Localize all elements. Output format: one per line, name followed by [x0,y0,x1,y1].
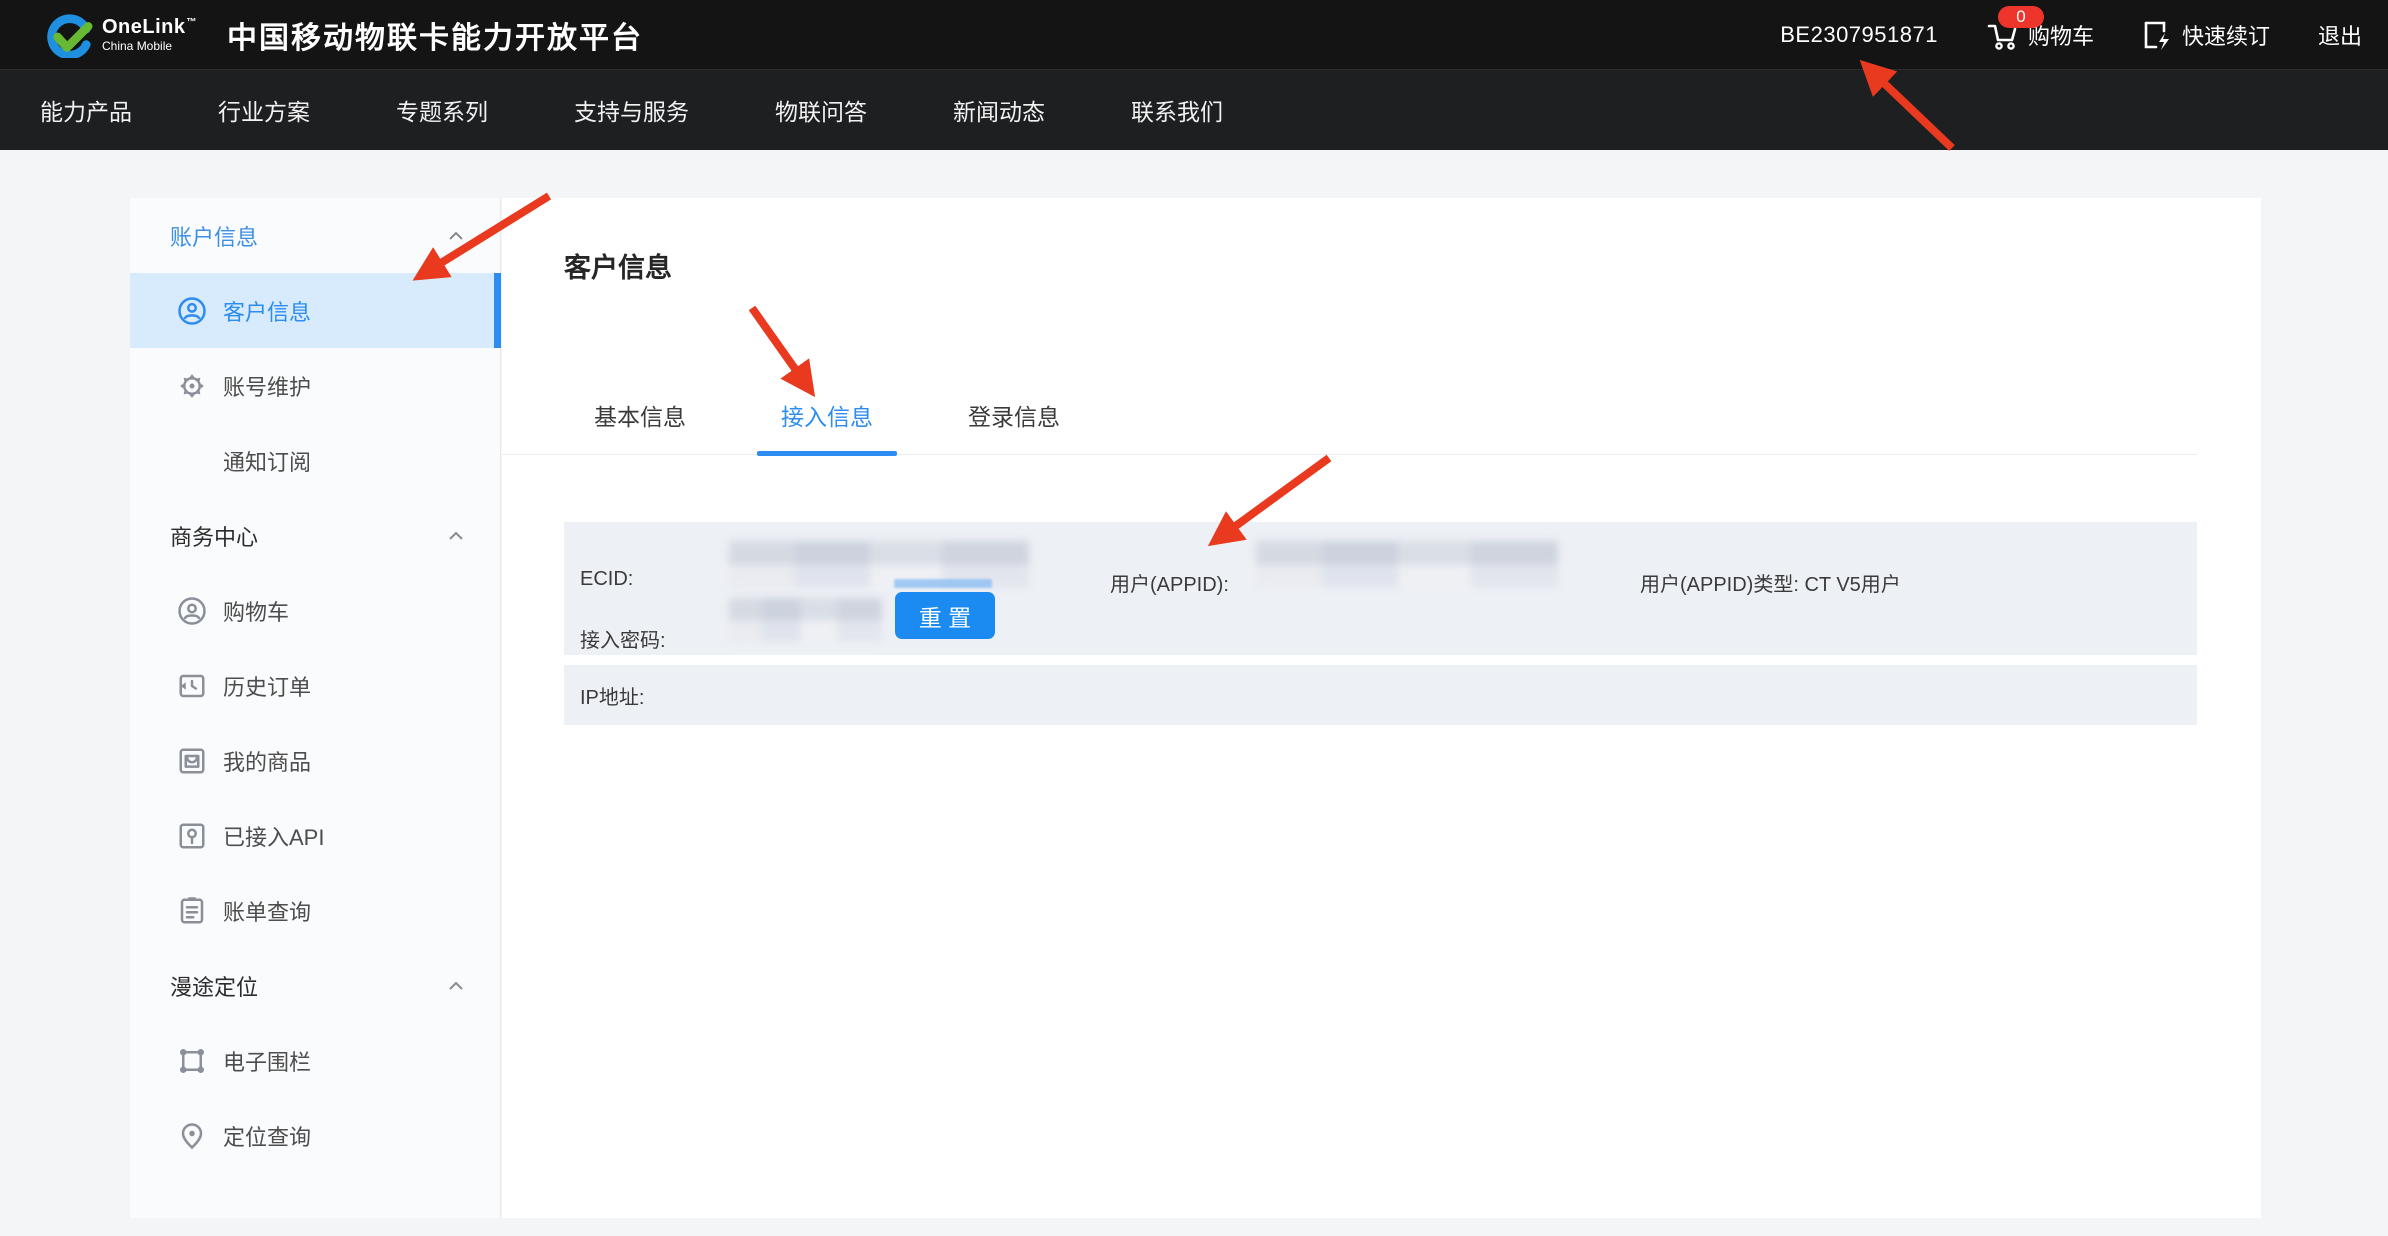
sidebar-section-roaming-location[interactable]: 漫途定位 [130,948,500,1023]
sidebar-item-my-products[interactable]: 我的商品 [130,723,500,798]
cart-circle-icon [176,595,208,627]
api-icon [176,820,208,852]
tab-login-info[interactable]: 登录信息 [944,395,1084,455]
access-password-redacted [729,598,882,641]
appid-value-redacted [1256,541,1558,587]
brand-name: OneLink™ [102,17,197,37]
logout-button[interactable]: 退出 [2318,19,2362,51]
gear-icon [176,370,208,402]
quick-renew-icon [2142,19,2172,51]
cart-button[interactable]: 0 购物车 [1986,18,2094,52]
chevron-up-icon [448,531,464,541]
appid-type-label: 用户(APPID)类型: CT V5用户 [1640,568,1901,597]
sidebar-item-account-maintenance[interactable]: 账号维护 [130,348,500,423]
topbar-actions: BE2307951871 0 购物车 快速续订 退出 [1780,18,2362,52]
quick-renew-button[interactable]: 快速续订 [2142,19,2270,51]
nav-item-support[interactable]: 支持与服务 [574,93,689,127]
appid-type-value: CT V5用户 [1804,574,1900,596]
sidebar-item-electronic-fence[interactable]: 电子围栏 [130,1023,500,1098]
appid-label: 用户(APPID): [1110,568,1229,597]
history-icon [176,670,208,702]
nav-item-products[interactable]: 能力产品 [40,93,132,127]
sidebar-section-account[interactable]: 账户信息 [130,198,500,273]
sidebar-item-connected-api[interactable]: 已接入API [130,798,500,873]
access-password-label: 接入密码: [580,624,666,653]
sidebar-item-bill-query[interactable]: 账单查询 [130,873,500,948]
user-circle-icon [176,295,208,327]
redacted-button-edge [894,579,992,588]
reset-password-button[interactable]: 重 置 [895,592,995,639]
sidebar-item-location-query[interactable]: 定位查询 [130,1098,500,1173]
brand-subtitle: China Mobile [102,40,197,52]
main-content: 客户信息 基本信息 接入信息 登录信息 接入信息1 ECID: 用户(APPID… [502,198,2261,1218]
bill-icon [176,895,208,927]
sidebar: 账户信息 客户信息 账号维护 通知订阅 商务中心 购物车 历史订单 [130,198,501,1218]
page-title: 客户信息 [564,246,672,285]
trademark-symbol: ™ [187,17,198,28]
nav-item-topics[interactable]: 专题系列 [396,93,488,127]
sidebar-item-notification-subscribe[interactable]: 通知订阅 [130,423,500,498]
cart-badge: 0 [1998,6,2044,28]
ecid-label: ECID: [580,568,633,591]
tab-access-info[interactable]: 接入信息 [757,395,897,455]
sidebar-item-shopping-cart[interactable]: 购物车 [130,573,500,648]
chevron-up-icon [448,981,464,991]
nav-item-news[interactable]: 新闻动态 [953,93,1045,127]
ip-address-label: IP地址: [580,681,644,710]
tab-bar: 基本信息 接入信息 登录信息 [502,395,2197,455]
access-info-panel: ECID: 用户(APPID): 用户(APPID)类型: CT V5用户 接入… [564,522,2197,655]
chevron-up-icon [448,231,464,241]
goods-icon [176,745,208,777]
nav-item-qa[interactable]: 物联问答 [775,93,867,127]
fence-icon [176,1045,208,1077]
sidebar-item-customer-info[interactable]: 客户信息 [130,273,500,348]
sidebar-item-order-history[interactable]: 历史订单 [130,648,500,723]
nav-item-industry[interactable]: 行业方案 [218,93,310,127]
onelink-logo-icon [44,12,94,58]
ip-address-panel: IP地址: [564,665,2197,725]
location-pin-icon [176,1120,208,1152]
sidebar-section-business-center[interactable]: 商务中心 [130,498,500,573]
account-id[interactable]: BE2307951871 [1780,22,1938,48]
onelink-logo[interactable]: OneLink™ China Mobile [44,12,197,58]
quick-renew-label: 快速续订 [2182,19,2270,51]
topbar: OneLink™ China Mobile 中国移动物联卡能力开放平台 BE23… [0,0,2388,69]
main-nav: 能力产品 行业方案 专题系列 支持与服务 物联问答 新闻动态 联系我们 [0,69,2388,150]
tab-basic-info[interactable]: 基本信息 [570,395,710,455]
nav-item-contact[interactable]: 联系我们 [1131,93,1223,127]
site-title: 中国移动物联卡能力开放平台 [227,13,643,57]
